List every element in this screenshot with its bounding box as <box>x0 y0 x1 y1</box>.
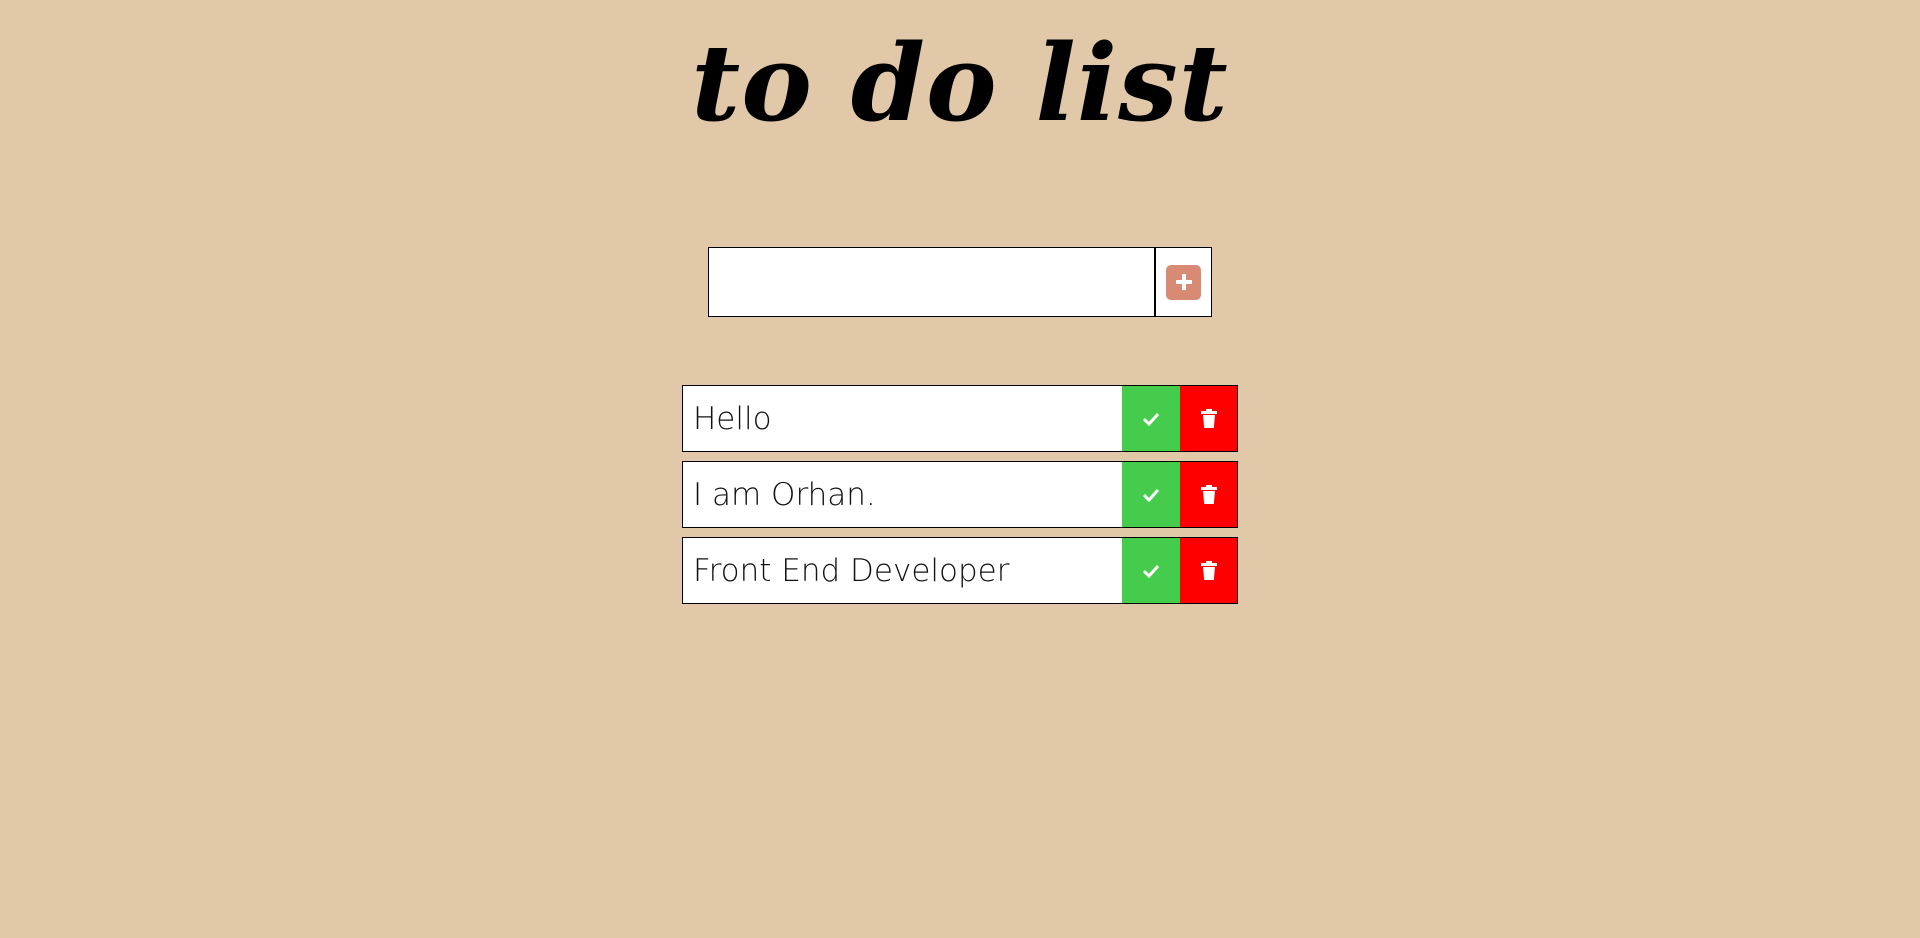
todo-text: Front End Developer <box>693 552 1010 589</box>
plus-square-icon <box>1166 264 1201 300</box>
todo-list: Hello I am Orhan. Front End Developer <box>682 385 1238 613</box>
trash-icon <box>1200 560 1217 581</box>
todo-app: to do list Hello I am Orhan. Front End D… <box>0 0 1920 938</box>
todo-item: I am Orhan. <box>682 461 1238 528</box>
check-icon <box>1142 412 1160 426</box>
delete-button[interactable] <box>1180 386 1237 451</box>
complete-button[interactable] <box>1122 386 1180 451</box>
todo-text: Hello <box>693 400 772 437</box>
todo-item: Front End Developer <box>682 537 1238 604</box>
complete-button[interactable] <box>1122 462 1180 527</box>
delete-button[interactable] <box>1180 462 1237 527</box>
check-icon <box>1142 488 1160 502</box>
page-title: to do list <box>691 20 1229 145</box>
todo-input[interactable] <box>708 247 1155 317</box>
add-todo-button[interactable] <box>1155 247 1212 317</box>
todo-item: Hello <box>682 385 1238 452</box>
complete-button[interactable] <box>1122 538 1180 603</box>
todo-text: I am Orhan. <box>693 476 876 513</box>
trash-icon <box>1200 408 1217 429</box>
trash-icon <box>1200 484 1217 505</box>
check-icon <box>1142 564 1160 578</box>
add-todo-form <box>708 247 1212 317</box>
delete-button[interactable] <box>1180 538 1237 603</box>
